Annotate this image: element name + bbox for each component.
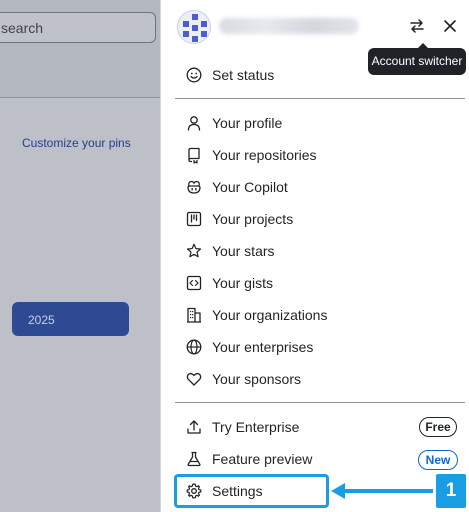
annotation-arrow: [343, 489, 433, 493]
menu-item-repositories[interactable]: Your repositories: [175, 141, 451, 169]
background-header: search: [0, 0, 162, 98]
menu-item-feature-preview[interactable]: Feature preview: [175, 445, 451, 473]
globe-icon: [185, 338, 203, 356]
free-badge: Free: [419, 417, 457, 437]
menu-item-label: Your gists: [212, 275, 273, 291]
customize-pins-link: Customize your pins: [22, 136, 131, 150]
arrow-left-icon: [331, 483, 345, 499]
menu-item-label: Your repositories: [212, 147, 317, 163]
copilot-icon: [185, 178, 203, 196]
background-search-input: search: [0, 12, 156, 43]
username-blurred: [219, 18, 359, 34]
account-menu-panel: Account switcher Set status Your profile…: [160, 0, 469, 512]
star-icon: [185, 242, 203, 260]
menu-item-gists[interactable]: Your gists: [175, 269, 451, 297]
menu-item-sponsors[interactable]: Your sponsors: [175, 365, 451, 393]
menu-item-copilot[interactable]: Your Copilot: [175, 173, 451, 201]
menu-item-enterprises[interactable]: Your enterprises: [175, 333, 451, 361]
upload-icon: [185, 418, 203, 436]
menu-item-set-status[interactable]: Set status: [175, 61, 451, 89]
menu-item-label: Your Copilot: [212, 179, 288, 195]
menu-item-projects[interactable]: Your projects: [175, 205, 451, 233]
smiley-icon: [185, 66, 203, 84]
menu-item-label: Feature preview: [212, 451, 313, 467]
new-badge: New: [418, 450, 458, 470]
organization-icon: [185, 306, 203, 324]
avatar: [177, 10, 211, 44]
divider: [175, 402, 465, 403]
menu-item-label: Your enterprises: [212, 339, 314, 355]
menu-item-organizations[interactable]: Your organizations: [175, 301, 451, 329]
step-number-badge: 1: [436, 474, 466, 508]
code-square-icon: [185, 274, 203, 292]
table-icon: [185, 210, 203, 228]
menu-item-label: Your projects: [212, 211, 294, 227]
identicon-icon: [178, 11, 210, 43]
menu-item-label: Your profile: [212, 115, 283, 131]
menu-item-label: Your stars: [212, 243, 275, 259]
menu-item-profile[interactable]: Your profile: [175, 109, 451, 137]
arrow-switch-icon: [410, 19, 424, 33]
background-page: search Customize your pins 2025: [0, 0, 162, 512]
repo-icon: [185, 146, 203, 164]
divider: [175, 98, 465, 99]
x-icon: [444, 20, 456, 32]
menu-item-label: Your organizations: [212, 307, 328, 323]
menu-item-label: Set status: [212, 67, 275, 83]
settings-highlight-box: [174, 474, 329, 508]
heart-icon: [185, 370, 203, 388]
account-switcher-button[interactable]: [405, 14, 429, 38]
menu-item-label: Try Enterprise: [212, 419, 300, 435]
person-icon: [185, 114, 203, 132]
close-button[interactable]: [438, 14, 462, 38]
menu-item-label: Your sponsors: [212, 371, 301, 387]
year-2025-button: 2025: [12, 302, 129, 336]
beaker-icon: [185, 450, 203, 468]
menu-item-try-enterprise[interactable]: Try Enterprise: [175, 413, 451, 441]
menu-item-stars[interactable]: Your stars: [175, 237, 451, 265]
